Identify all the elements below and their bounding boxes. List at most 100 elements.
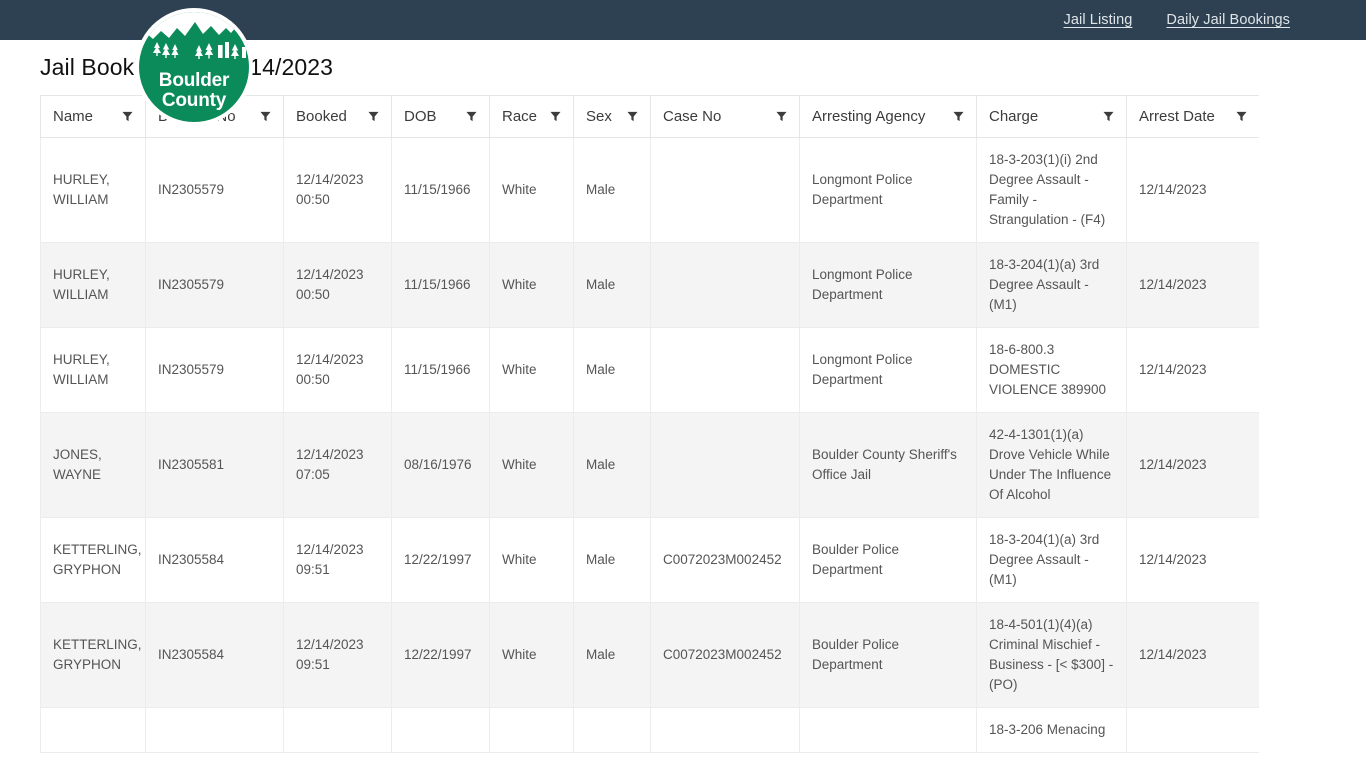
nav-link-daily-jail-bookings[interactable]: Daily Jail Bookings (1166, 12, 1290, 28)
cell-arresting_agency: Boulder Police Department (799, 517, 977, 603)
cell-booking_no: IN2305584 (145, 602, 284, 708)
column-header-sex[interactable]: Sex (573, 95, 651, 138)
column-header-label: Race (502, 108, 538, 125)
column-header-dob[interactable]: DOB (391, 95, 490, 138)
cell-charge: 18-6-800.3 DOMESTIC VIOLENCE 389900 (976, 327, 1127, 413)
cell-arrest_date: 12/14/2023 (1126, 137, 1259, 243)
filter-funnel-icon[interactable] (466, 111, 477, 122)
cell-race: White (489, 242, 574, 328)
cell-sex: Male (573, 137, 651, 243)
filter-funnel-icon[interactable] (260, 111, 271, 122)
table-row[interactable]: KETTERLING, GRYPHON IN2305584 12/14/2023 0… (40, 602, 1259, 708)
logo-text: Boulder County (158, 70, 230, 111)
logo-text-line2: County (161, 89, 227, 111)
cell-charge: 42-4-1301(1)(a) Drove Vehicle While Unde… (976, 412, 1127, 518)
cell-case_no: C0072023M002452 (650, 602, 800, 708)
logo-text-line1: Boulder (158, 70, 230, 91)
column-header-race[interactable]: Race (489, 95, 574, 138)
table-row[interactable]: HURLEY, WILLIAM IN2305579 12/14/2023 00:50… (40, 327, 1259, 413)
cell-charge: 18-4-501(1)(4)(a) Criminal Mischief - Bu… (976, 602, 1127, 708)
cell-case_no (650, 137, 800, 243)
cell-booked (283, 707, 392, 753)
filter-funnel-icon[interactable] (776, 111, 787, 122)
cell-name: HURLEY, WILLIAM (40, 327, 146, 413)
cell-race: White (489, 137, 574, 243)
cell-sex (573, 707, 651, 753)
column-header-label: DOB (404, 108, 437, 125)
column-header-label: Arresting Agency (812, 108, 926, 125)
cell-dob: 12/22/1997 (391, 517, 490, 603)
column-header-arrest_date[interactable]: Arrest Date (1126, 95, 1259, 138)
table-row[interactable]: KETTERLING, GRYPHON IN2305584 12/14/2023 0… (40, 517, 1259, 603)
filter-funnel-icon[interactable] (122, 111, 133, 122)
column-header-label: Booked (296, 108, 347, 125)
cell-booking_no (145, 707, 284, 753)
cell-booked: 12/14/2023 07:05 (283, 412, 392, 518)
cell-dob: 11/15/1966 (391, 242, 490, 328)
filter-funnel-icon[interactable] (1236, 111, 1247, 122)
cell-booking_no: IN2305579 (145, 137, 284, 243)
cell-name (40, 707, 146, 753)
cell-arrest_date: 12/14/2023 (1126, 242, 1259, 328)
cell-arresting_agency: Longmont Police Department (799, 327, 977, 413)
filter-funnel-icon[interactable] (953, 111, 964, 122)
column-header-label: Name (53, 108, 94, 125)
cell-booked: 12/14/2023 09:51 (283, 602, 392, 708)
cell-sex: Male (573, 412, 651, 518)
table-row[interactable]: HURLEY, WILLIAM IN2305579 12/14/2023 00:50… (40, 242, 1259, 328)
cell-name: HURLEY, WILLIAM (40, 137, 146, 243)
column-header-name[interactable]: Name (40, 95, 146, 138)
nav-links: Jail Listing Daily Jail Bookings (1064, 12, 1291, 28)
cell-dob: 11/15/1966 (391, 327, 490, 413)
cell-race: White (489, 517, 574, 603)
table-row[interactable]: 18-3-206 Menacing (40, 707, 1259, 753)
cell-name: HURLEY, WILLIAM (40, 242, 146, 328)
cell-case_no (650, 242, 800, 328)
cell-dob: 08/16/1976 (391, 412, 490, 518)
table-body: HURLEY, WILLIAM IN2305579 12/14/2023 00:50… (40, 137, 1259, 753)
cell-arresting_agency: Boulder Police Department (799, 602, 977, 708)
column-header-booked[interactable]: Booked (283, 95, 392, 138)
cell-race: White (489, 602, 574, 708)
cell-booking_no: IN2305579 (145, 327, 284, 413)
filter-funnel-icon[interactable] (550, 111, 561, 122)
cell-booking_no: IN2305581 (145, 412, 284, 518)
table-row[interactable]: HURLEY, WILLIAM IN2305579 12/14/2023 00:50… (40, 137, 1259, 243)
nav-link-jail-listing[interactable]: Jail Listing (1064, 12, 1133, 28)
cell-sex: Male (573, 517, 651, 603)
cell-dob: 12/22/1997 (391, 602, 490, 708)
filter-funnel-icon[interactable] (368, 111, 379, 122)
cell-dob: 11/15/1966 (391, 137, 490, 243)
column-header-arresting_agency[interactable]: Arresting Agency (799, 95, 977, 138)
filter-funnel-icon[interactable] (627, 111, 638, 122)
boulder-county-logo[interactable]: Boulder County (135, 8, 253, 126)
cell-arrest_date (1126, 707, 1259, 753)
cell-booked: 12/14/2023 09:51 (283, 517, 392, 603)
column-header-charge[interactable]: Charge (976, 95, 1127, 138)
cell-case_no: C0072023M002452 (650, 517, 800, 603)
cell-arresting_agency: Longmont Police Department (799, 137, 977, 243)
cell-race (489, 707, 574, 753)
jail-bookings-table: NameBooking NoBookedDOBRaceSexCase NoArr… (40, 95, 1259, 753)
cell-booking_no: IN2305579 (145, 242, 284, 328)
column-header-label: Arrest Date (1139, 108, 1215, 125)
bookings-table-container: NameBooking NoBookedDOBRaceSexCase NoArr… (40, 95, 1259, 753)
cell-race: White (489, 327, 574, 413)
cell-case_no (650, 412, 800, 518)
cell-race: White (489, 412, 574, 518)
column-header-label: Charge (989, 108, 1039, 125)
mountain-skyline-icon (139, 12, 249, 59)
cell-arresting_agency: Boulder County Sheriff's Office Jail (799, 412, 977, 518)
cell-name: KETTERLING, GRYPHON (40, 602, 146, 708)
cell-arresting_agency: Longmont Police Department (799, 242, 977, 328)
cell-sex: Male (573, 242, 651, 328)
cell-sex: Male (573, 327, 651, 413)
filter-funnel-icon[interactable] (1103, 111, 1114, 122)
cell-case_no (650, 707, 800, 753)
cell-booking_no: IN2305584 (145, 517, 284, 603)
column-header-label: Case No (663, 108, 722, 125)
cell-arrest_date: 12/14/2023 (1126, 327, 1259, 413)
table-row[interactable]: JONES, WAYNE IN2305581 12/14/2023 07:05 08/… (40, 412, 1259, 518)
column-header-case_no[interactable]: Case No (650, 95, 800, 138)
cell-charge: 18-3-204(1)(a) 3rd Degree Assault - (M1) (976, 242, 1127, 328)
